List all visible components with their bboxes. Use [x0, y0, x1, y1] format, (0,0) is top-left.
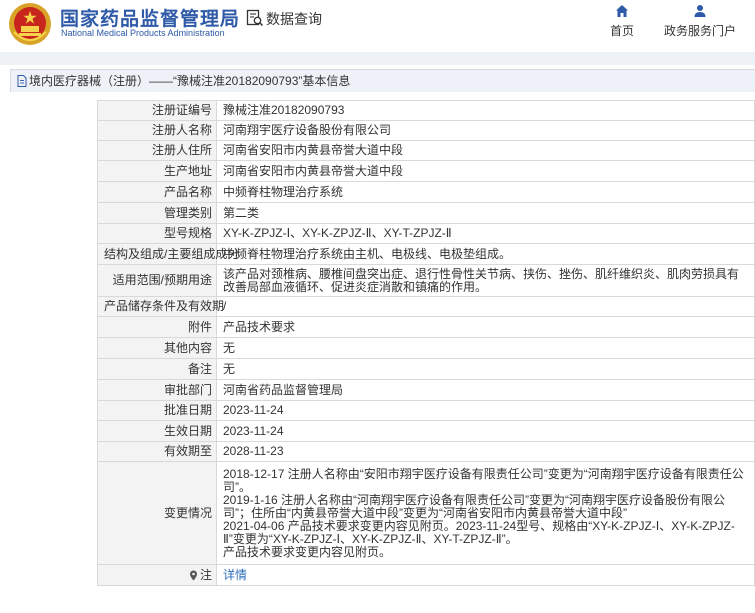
change-history-line: 产品技术要求变更内容见附页。 — [223, 544, 392, 559]
field-label: 生效日期 — [97, 420, 217, 442]
details-link[interactable]: 详情 — [223, 568, 247, 582]
field-value: 河南省药品监督管理局 — [216, 379, 755, 401]
field-label: 变更情况 — [97, 461, 217, 565]
field-value: 该产品对颈椎病、腰椎间盘突出症、退行性骨性关节病、挟伤、挫伤、肌纤维织炎、肌肉劳… — [216, 264, 755, 297]
note-value: 详情 — [216, 564, 755, 586]
nav-service-portal-label: 政务服务门户 — [663, 24, 736, 38]
field-label: 产品名称 — [97, 181, 217, 203]
pin-icon — [189, 570, 197, 581]
nav-service-portal[interactable]: 政务服务门户 — [660, 4, 740, 39]
field-value: 无 — [216, 358, 755, 380]
change-history-line: 2019-1-16 注册人名称由“河南翔宇医疗设备有限责任公司”变更为“河南翔宇… — [223, 492, 726, 520]
table-row: 变更情况 2018-12-17 注册人名称由“安阳市翔宇医疗设备有限责任公司”变更… — [97, 461, 755, 565]
field-value: 第二类 — [216, 202, 755, 224]
data-query-icon — [246, 9, 264, 27]
table-row: 注册人名称 河南翔宇医疗设备股份有限公司 — [97, 120, 755, 141]
table-row: 审批部门 河南省药品监督管理局 — [97, 379, 755, 401]
site-logo-subtitle: National Medical Products Administration — [61, 28, 225, 38]
record-detail-panel: 注册证编号 豫械注准20182090793 注册人名称 河南翔宇医疗设备股份有限公司注… — [10, 92, 755, 613]
field-value: 河南省安阳市内黄县帝誉大道中段 — [216, 160, 755, 182]
table-row: 备注无 — [97, 358, 755, 380]
field-value: 无 — [216, 337, 755, 359]
table-row: 注册证编号 豫械注准20182090793 — [97, 100, 755, 121]
table-row: 管理类别 第二类 — [97, 202, 755, 224]
table-row: 型号规格 XY-K-ZPJZ-Ⅰ、XY-K-ZPJZ-Ⅱ、XY-T-ZPJZ-Ⅱ — [97, 223, 755, 244]
data-query-title: 数据查询 — [266, 11, 322, 27]
document-icon — [17, 74, 27, 87]
field-label: 批准日期 — [97, 400, 217, 421]
field-label: 结构及组成/主要组成成分 — [97, 243, 239, 265]
field-value: 2023-11-24 — [216, 420, 755, 442]
record-info-table: 注册证编号 豫械注准20182090793 注册人名称 河南翔宇医疗设备股份有限公司注… — [97, 100, 755, 586]
field-label: 型号规格 — [97, 223, 217, 244]
field-value: 中频脊柱物理治疗系统由主机、电极线、电极垫组成。 — [216, 243, 755, 265]
field-label: 注册人住所 — [97, 140, 217, 161]
table-row: 有效期至 2028-11-23 — [97, 441, 755, 462]
table-row: 产品储存条件及有效期 / — [97, 296, 755, 317]
change-history-line: 2021-04-06 产品技术要求变更内容见附页。2023-11-24型号、规格… — [223, 518, 735, 546]
table-row: 生产地址 河南省安阳市内黄县帝誉大道中段 — [97, 160, 755, 182]
national-emblem-icon — [9, 3, 51, 45]
note-label: 注 — [199, 567, 212, 582]
user-icon — [694, 5, 706, 17]
nav-home[interactable]: 首页 — [604, 4, 640, 39]
field-label: 审批部门 — [97, 379, 217, 401]
change-history-line: 2018-12-17 注册人名称由“安阳市翔宇医疗设备有限责任公司”变更为“河南… — [223, 466, 744, 494]
table-row: 注册人住所 河南省安阳市内黄县帝誉大道中段 — [97, 140, 755, 161]
field-label: 管理类别 — [97, 202, 217, 224]
header-separator — [0, 52, 755, 65]
table-row: 附件 产品技术要求 — [97, 316, 755, 338]
table-row: 产品名称 中频脊柱物理治疗系统 — [97, 181, 755, 203]
record-title-bar: 境内医疗器械（注册）——“豫械注准20182090793”基本信息 — [10, 69, 755, 93]
table-row: 注详情 — [97, 564, 755, 586]
note-label-cell: 注 — [97, 564, 217, 586]
record-title-text: 境内医疗器械（注册）——“豫械注准20182090793”基本信息 — [29, 74, 351, 88]
site-header: 国家药品监督管理局 National Medical Products Admi… — [0, 0, 755, 52]
field-value: 2028-11-23 — [216, 441, 755, 462]
field-value: 河南翔宇医疗设备股份有限公司 — [216, 120, 755, 141]
field-value: 中频脊柱物理治疗系统 — [216, 181, 755, 203]
home-icon — [616, 5, 628, 17]
field-value: 豫械注准20182090793 — [216, 100, 755, 121]
field-value: 产品技术要求 — [216, 316, 755, 338]
table-row: 生效日期 2023-11-24 — [97, 420, 755, 442]
field-label: 附件 — [97, 316, 217, 338]
table-row: 其他内容无 — [97, 337, 755, 359]
change-history-value: 2018-12-17 注册人名称由“安阳市翔宇医疗设备有限责任公司”变更为“河南… — [216, 461, 755, 565]
site-logo-title[interactable]: 国家药品监督管理局 — [60, 4, 240, 31]
field-value: XY-K-ZPJZ-Ⅰ、XY-K-ZPJZ-Ⅱ、XY-T-ZPJZ-Ⅱ — [216, 223, 755, 244]
field-label: 注册人名称 — [97, 120, 217, 141]
field-value: 河南省安阳市内黄县帝誉大道中段 — [216, 140, 755, 161]
field-label: 生产地址 — [97, 160, 217, 182]
field-label: 注册证编号 — [97, 100, 217, 121]
field-label: 有效期至 — [97, 441, 217, 462]
table-row: 适用范围/预期用途 该产品对颈椎病、腰椎间盘突出症、退行性骨性关节病、挟伤、挫伤、… — [97, 264, 755, 297]
table-row: 批准日期 2023-11-24 — [97, 400, 755, 421]
field-label: 其他内容 — [97, 337, 217, 359]
table-row: 结构及组成/主要组成成分 中频脊柱物理治疗系统由主机、电极线、电极垫组成。 — [97, 243, 755, 265]
nav-home-label: 首页 — [609, 24, 634, 38]
field-label: 产品储存条件及有效期 — [97, 296, 224, 317]
field-label: 适用范围/预期用途 — [97, 264, 217, 297]
field-value: 2023-11-24 — [216, 400, 755, 421]
field-value: / — [216, 296, 755, 317]
field-label: 备注 — [97, 358, 217, 380]
